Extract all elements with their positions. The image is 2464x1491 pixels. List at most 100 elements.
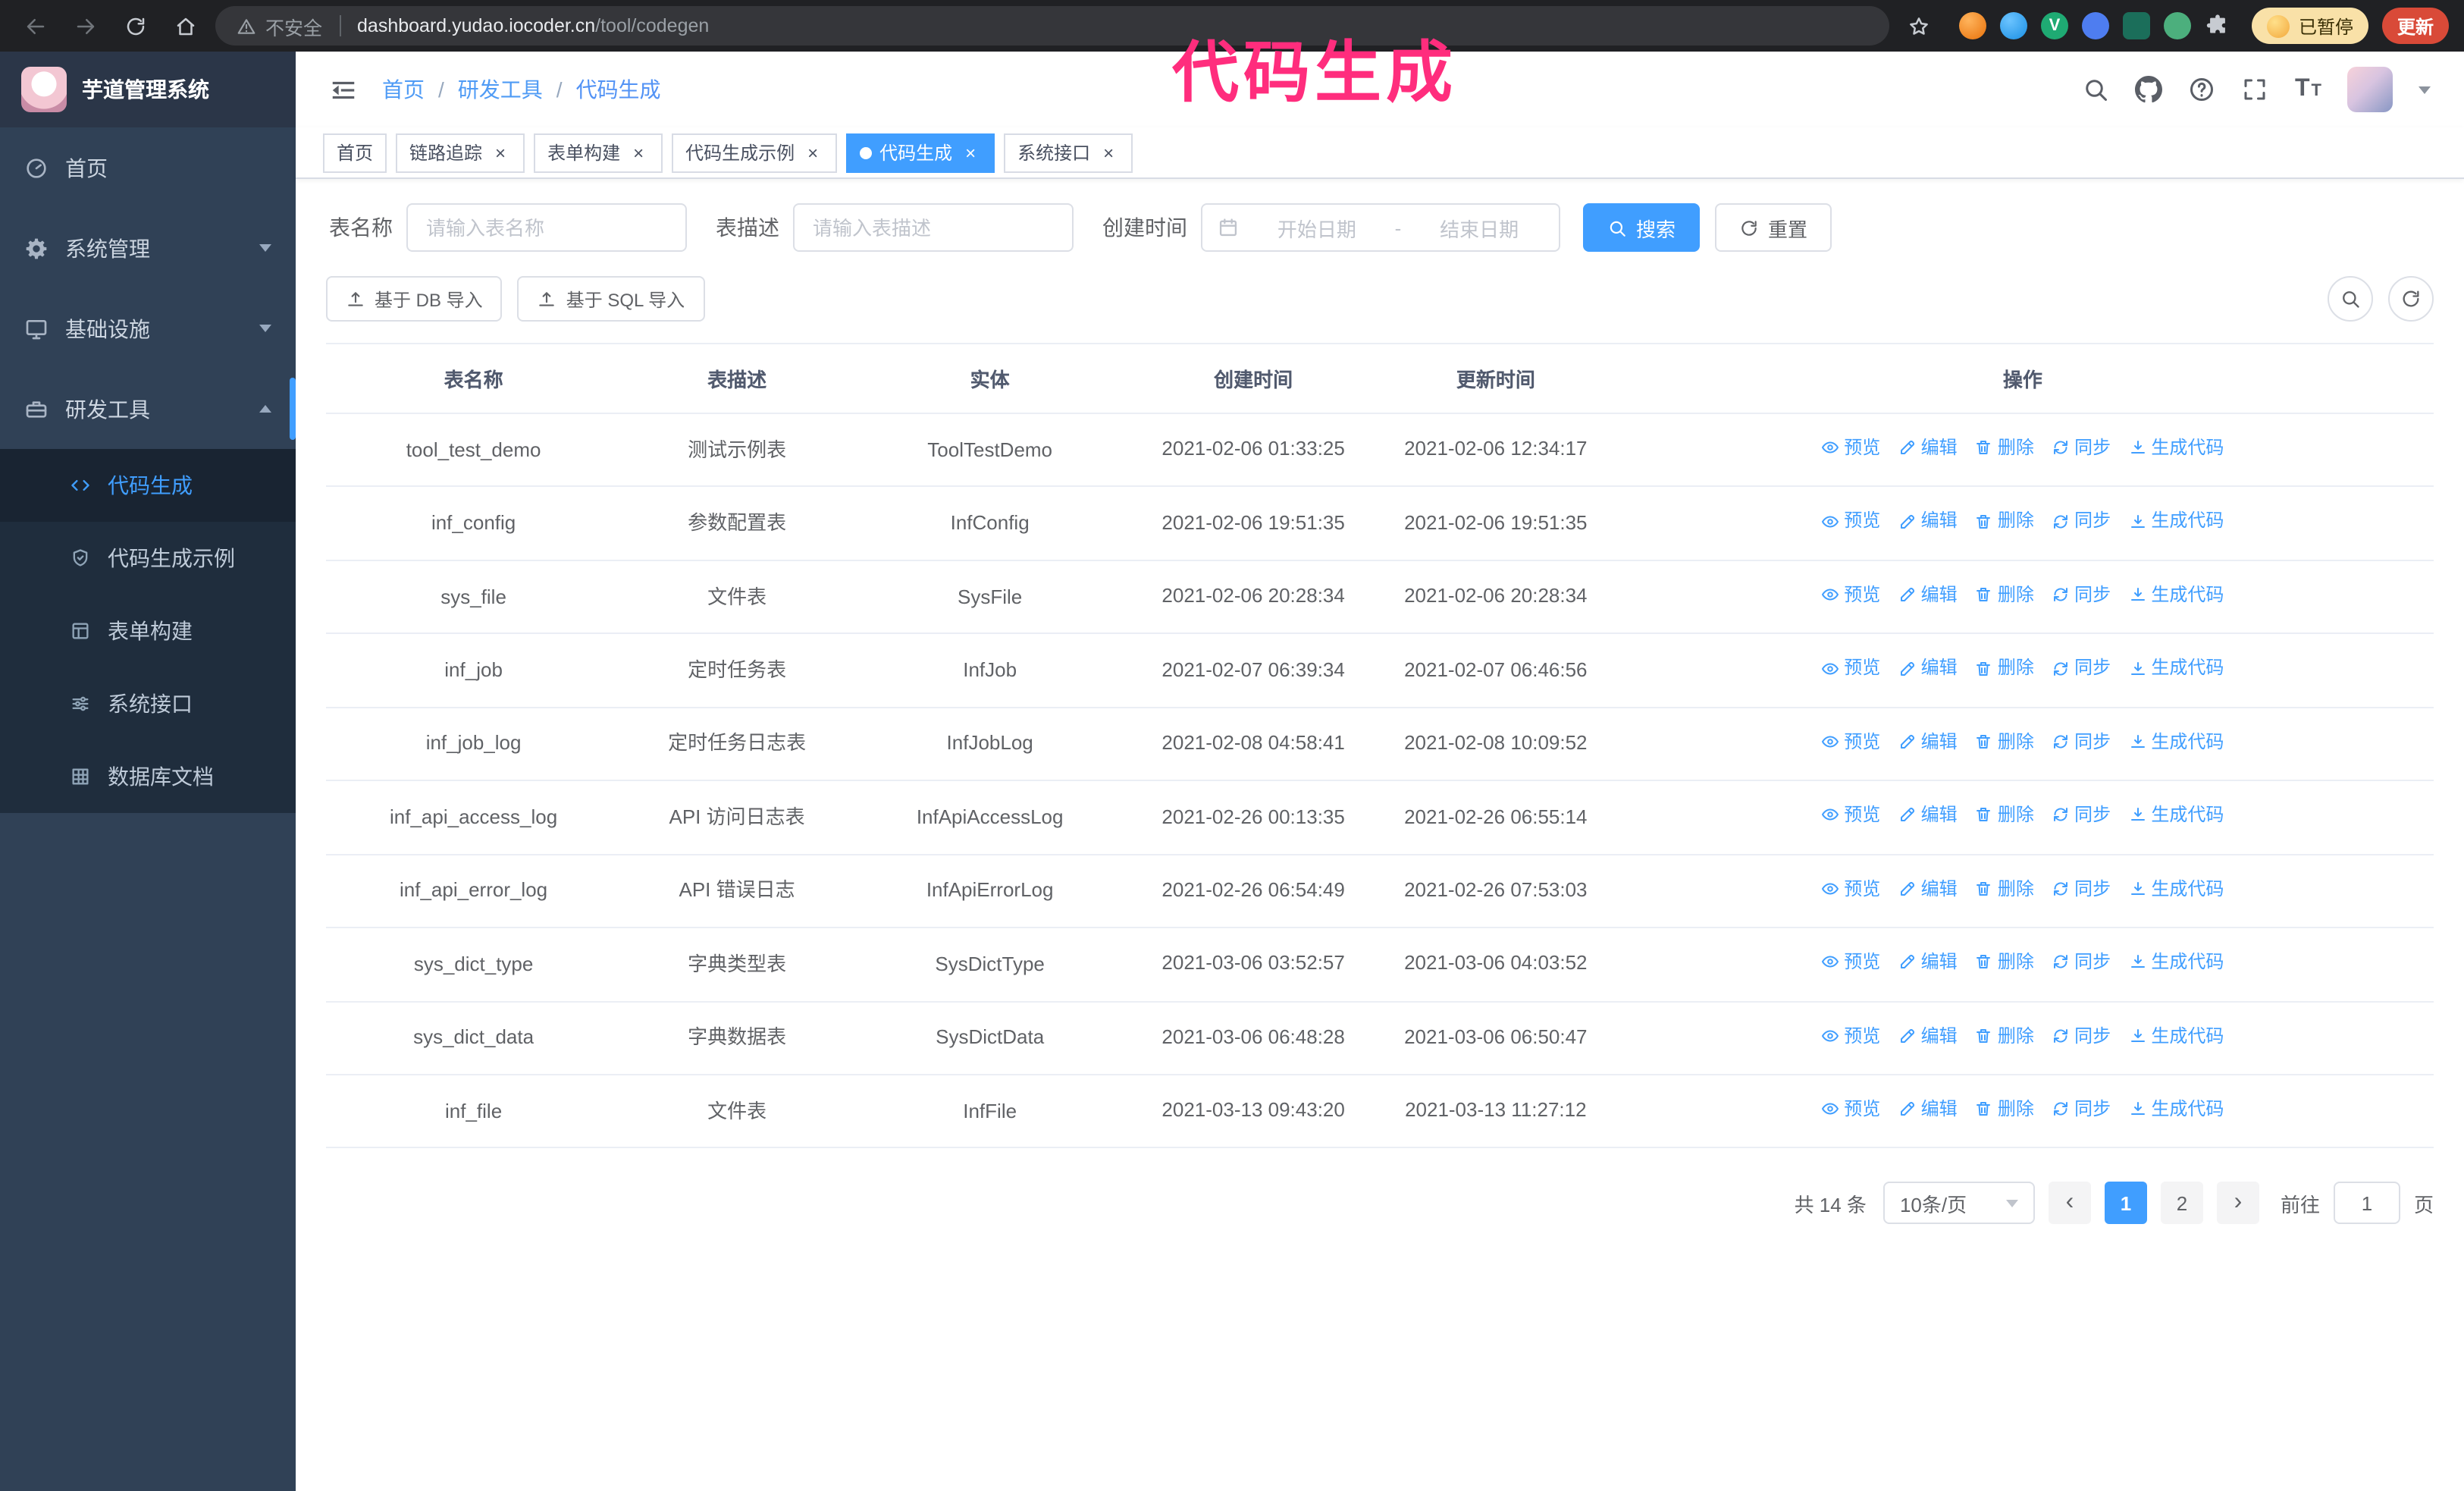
extension-icon-4[interactable] [2081, 12, 2109, 39]
sync-link[interactable]: 同步 [2052, 654, 2111, 683]
close-icon[interactable] [628, 142, 649, 163]
delete-link[interactable]: 删除 [1975, 801, 2034, 829]
extension-icon-5[interactable] [2122, 12, 2150, 39]
delete-link[interactable]: 删除 [1975, 1095, 2034, 1123]
preview-link[interactable]: 预览 [1821, 434, 1880, 462]
tag-form-builder[interactable]: 表单构建 [534, 133, 663, 172]
github-link[interactable] [2136, 76, 2163, 103]
generate-code-link[interactable]: 生成代码 [2128, 507, 2224, 535]
bookmark-star-button[interactable] [1900, 6, 1939, 46]
user-avatar[interactable] [2347, 67, 2393, 112]
delete-link[interactable]: 删除 [1975, 507, 2034, 535]
help-button[interactable] [2189, 76, 2216, 103]
preview-link[interactable]: 预览 [1821, 507, 1880, 535]
edit-link[interactable]: 编辑 [1898, 434, 1958, 462]
breadcrumb-home[interactable]: 首页 [382, 74, 425, 105]
edit-link[interactable]: 编辑 [1898, 801, 1958, 829]
generate-code-link[interactable]: 生成代码 [2128, 1022, 2224, 1050]
delete-link[interactable]: 删除 [1975, 581, 2034, 609]
sidebar-item-infrastructure[interactable]: 基础设施 [0, 288, 296, 369]
edit-link[interactable]: 编辑 [1898, 728, 1958, 756]
app-logo[interactable]: 芋道管理系统 [0, 52, 296, 127]
preview-link[interactable]: 预览 [1821, 801, 1880, 829]
delete-link[interactable]: 删除 [1975, 1022, 2034, 1050]
sidebar-item-codegen[interactable]: 代码生成 [0, 449, 296, 522]
goto-page-input[interactable] [2333, 1182, 2400, 1225]
delete-link[interactable]: 删除 [1975, 434, 2034, 462]
sidebar-item-home[interactable]: 首页 [0, 127, 296, 208]
edit-link[interactable]: 编辑 [1898, 654, 1958, 683]
delete-link[interactable]: 删除 [1975, 654, 2034, 683]
preview-link[interactable]: 预览 [1821, 948, 1880, 976]
edit-link[interactable]: 编辑 [1898, 874, 1958, 902]
tag-home[interactable]: 首页 [323, 133, 387, 172]
page-button-2[interactable]: 2 [2160, 1182, 2203, 1225]
edit-link[interactable]: 编辑 [1898, 948, 1958, 976]
delete-link[interactable]: 删除 [1975, 948, 2034, 976]
tag-codegen-example[interactable]: 代码生成示例 [672, 133, 838, 172]
font-size-button[interactable] [2295, 76, 2321, 103]
sync-link[interactable]: 同步 [2052, 801, 2111, 829]
header-search-button[interactable] [2083, 76, 2110, 103]
sync-link[interactable]: 同步 [2052, 1022, 2111, 1050]
sync-link[interactable]: 同步 [2052, 948, 2111, 976]
delete-link[interactable]: 删除 [1975, 874, 2034, 902]
table-name-input[interactable] [406, 203, 687, 252]
tag-codegen[interactable]: 代码生成 [846, 133, 995, 172]
edit-link[interactable]: 编辑 [1898, 581, 1958, 609]
browser-forward-button[interactable] [65, 6, 105, 46]
delete-link[interactable]: 删除 [1975, 728, 2034, 756]
preview-link[interactable]: 预览 [1821, 1095, 1880, 1123]
preview-link[interactable]: 预览 [1821, 581, 1880, 609]
address-bar[interactable]: 不安全 dashboard.yudao.iocoder.cn/tool/code… [215, 6, 1889, 46]
table-desc-input[interactable] [793, 203, 1074, 252]
preview-link[interactable]: 预览 [1821, 654, 1880, 683]
edit-link[interactable]: 编辑 [1898, 1022, 1958, 1050]
page-size-select[interactable]: 10条/页 [1882, 1182, 2035, 1225]
sync-link[interactable]: 同步 [2052, 581, 2111, 609]
extensions-menu-button[interactable] [2205, 12, 2232, 39]
sidebar-item-system-admin[interactable]: 系统管理 [0, 208, 296, 288]
edit-link[interactable]: 编辑 [1898, 507, 1958, 535]
close-icon[interactable] [802, 142, 823, 163]
update-button[interactable]: 更新 [2381, 8, 2449, 44]
prev-page-button[interactable] [2048, 1182, 2091, 1225]
generate-code-link[interactable]: 生成代码 [2128, 874, 2224, 902]
generate-code-link[interactable]: 生成代码 [2128, 434, 2224, 462]
sidebar-item-system-api[interactable]: 系统接口 [0, 667, 296, 740]
caret-down-icon[interactable] [2419, 86, 2431, 93]
browser-back-button[interactable] [15, 6, 55, 46]
search-button[interactable]: 搜索 [1583, 203, 1701, 252]
close-icon[interactable] [1098, 142, 1119, 163]
extension-icon-3[interactable] [2040, 12, 2068, 39]
edit-link[interactable]: 编辑 [1898, 1095, 1958, 1123]
generate-code-link[interactable]: 生成代码 [2128, 801, 2224, 829]
import-db-button[interactable]: 基于 DB 导入 [326, 276, 503, 322]
browser-reload-button[interactable] [115, 6, 155, 46]
close-icon[interactable] [490, 142, 511, 163]
generate-code-link[interactable]: 生成代码 [2128, 581, 2224, 609]
generate-code-link[interactable]: 生成代码 [2128, 1095, 2224, 1123]
close-icon[interactable] [960, 142, 981, 163]
sync-link[interactable]: 同步 [2052, 434, 2111, 462]
sidebar-toggle-button[interactable] [329, 75, 358, 104]
generate-code-link[interactable]: 生成代码 [2128, 948, 2224, 976]
date-range-picker[interactable]: 开始日期 - 结束日期 [1201, 203, 1560, 252]
sync-link[interactable]: 同步 [2052, 874, 2111, 902]
extension-icon-6[interactable] [2163, 12, 2191, 39]
extension-icon-2[interactable] [1999, 12, 2027, 39]
sync-link[interactable]: 同步 [2052, 728, 2111, 756]
sidebar-item-dev-tools[interactable]: 研发工具 [0, 369, 296, 449]
breadcrumb-dev-tools[interactable]: 研发工具 [458, 74, 543, 105]
sidebar-item-codegen-example[interactable]: 代码生成示例 [0, 522, 296, 595]
extension-icon-1[interactable] [1958, 12, 1986, 39]
paused-badge[interactable]: 已暂停 [2251, 8, 2368, 44]
sync-link[interactable]: 同步 [2052, 1095, 2111, 1123]
sidebar-item-db-doc[interactable]: 数据库文档 [0, 740, 296, 813]
preview-link[interactable]: 预览 [1821, 1022, 1880, 1050]
browser-home-button[interactable] [165, 6, 205, 46]
tag-tracing[interactable]: 链路追踪 [396, 133, 525, 172]
refresh-table-button[interactable] [2388, 276, 2434, 322]
page-button-1[interactable]: 1 [2104, 1182, 2147, 1225]
toggle-search-button[interactable] [2328, 276, 2373, 322]
